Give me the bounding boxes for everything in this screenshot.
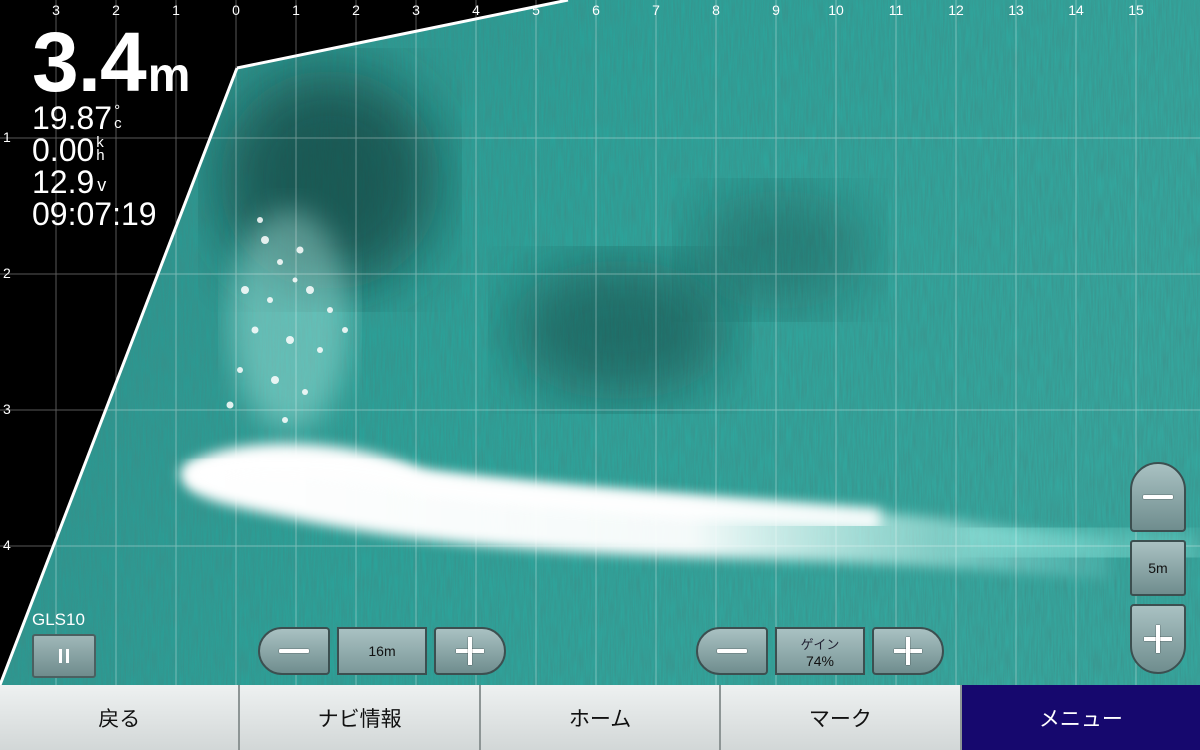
scale-label-depth: 1 [3,129,11,145]
range-increase-button[interactable] [434,627,506,675]
speed-value: 0.00 [32,132,95,168]
sonar-screen: 3 2 1 0 1 2 3 4 5 6 7 8 9 10 11 12 13 14 15 1234 3.4 m 19.… [0,0,1200,750]
scale-label-x: 4 [472,2,480,18]
speed-unit: k h [96,134,105,164]
scale-label-x: 8 [712,2,720,18]
depth-readout: 3.4 m [32,15,191,109]
scale-label-x: 11 [888,2,904,18]
scale-label-x: 9 [772,2,780,18]
plus-icon [456,637,484,665]
scale-label-x: 10 [828,2,844,18]
minus-icon [717,649,747,653]
gain-label: ゲイン [800,636,840,652]
pause-icon [57,649,71,663]
range-decrease-button[interactable] [258,627,330,675]
range-value: 16m [368,643,396,659]
softkey-back[interactable]: 戻る [0,685,241,750]
softkey-mark[interactable]: マーク [721,685,962,750]
range-value-display[interactable]: 16m [337,627,427,675]
scale-label-x: 13 [1008,2,1024,18]
gain-value-display[interactable]: ゲイン 74% [775,627,865,675]
softkey-menu[interactable]: メニュー [961,685,1200,750]
depth-unit: m [147,49,191,102]
scale-label-depth: 4 [3,537,11,553]
scale-label-depth: 2 [3,265,11,281]
pause-button[interactable] [32,634,96,678]
time-readout: 09:07:19 [32,198,190,230]
scale-label-depth: 3 [3,401,11,417]
softkey-home[interactable]: ホーム [480,685,722,750]
speed-readout: 0.00 k h [32,134,190,166]
plus-icon [1144,625,1172,653]
softkey-nav-info[interactable]: ナビ情報 [240,685,481,750]
scale-label-x: 5 [532,2,540,18]
scale-label-x: 3 [412,2,420,18]
scale-label-x: 2 [352,2,360,18]
minus-icon [1143,495,1173,499]
scale-label-x: 15 [1128,2,1144,18]
zoom-in-button[interactable] [1130,604,1186,674]
zoom-scale-display[interactable]: 5m [1130,540,1186,596]
softkey-bar: 戻る ナビ情報 ホーム マーク メニュー [0,685,1200,750]
gain-value: 74% [805,652,835,669]
water-temp-value: 19.87 [32,100,113,136]
voltage-readout: 12.9 v [32,166,190,198]
scale-label-x: 14 [1068,2,1084,18]
scale-label-x: 0 [232,2,240,18]
livescope-sonar-view[interactable]: 3 2 1 0 1 2 3 4 5 6 7 8 9 10 11 12 13 14 15 1234 3.4 m 19.… [0,0,1200,685]
gain-decrease-button[interactable] [696,627,768,675]
time-value: 09:07:19 [32,196,157,232]
gain-increase-button[interactable] [872,627,944,675]
minus-icon [279,649,309,653]
water-temp-unit: ° c [114,102,122,132]
scale-label-x: 12 [948,2,964,18]
data-readouts: 3.4 m 19.87 ° c 0.00 k h 12.9 v 09:07:19 [32,15,191,230]
scale-label-x: 6 [592,2,600,18]
water-temp-readout: 19.87 ° c [32,102,190,134]
scale-label-x: 1 [172,2,180,18]
voltage-unit: v [97,175,107,195]
depth-value: 3.4 [32,15,147,109]
zoom-out-button[interactable] [1130,462,1186,532]
scale-label-x: 1 [292,2,300,18]
scale-label-x: 7 [652,2,660,18]
transducer-label: GLS10 [32,610,85,629]
plus-icon [894,637,922,665]
voltage-value: 12.9 [32,164,95,200]
